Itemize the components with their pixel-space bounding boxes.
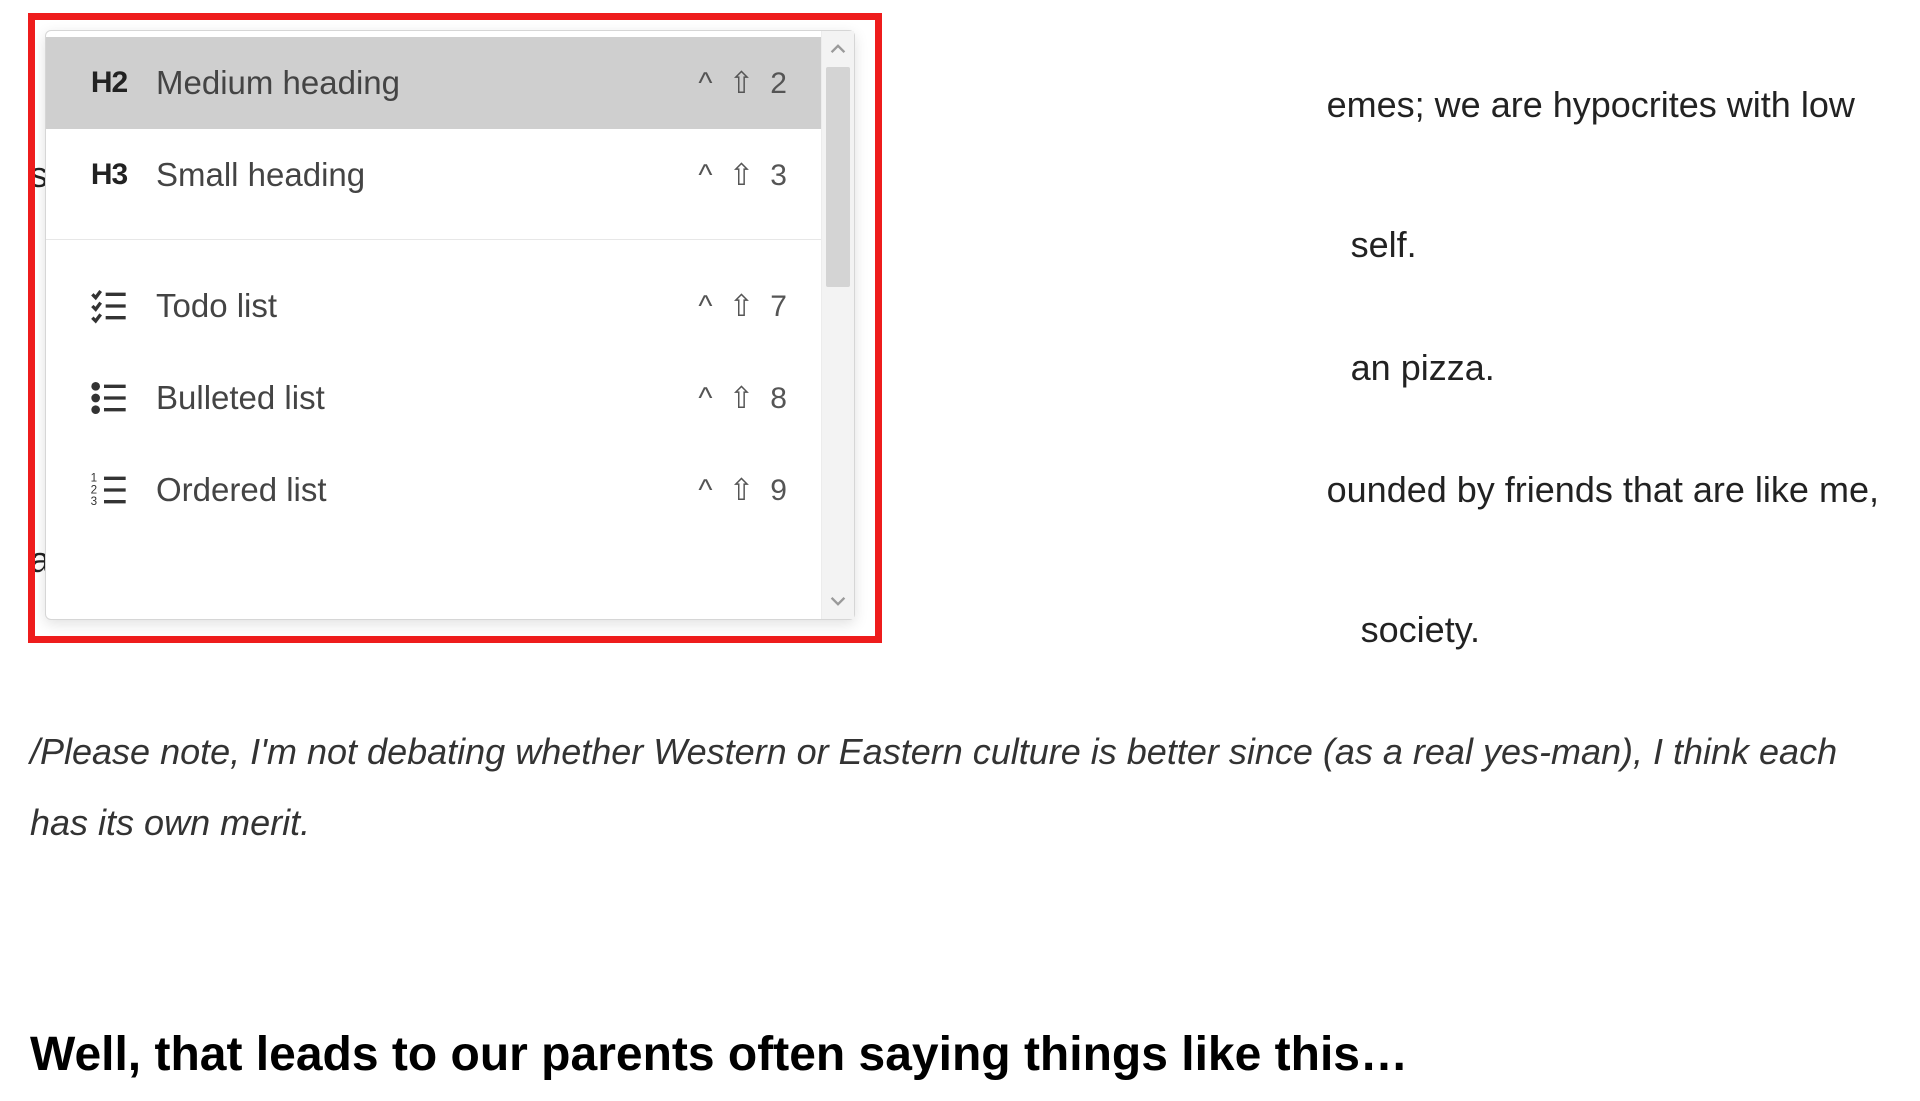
menu-item-ordered-list[interactable]: 1 2 3 Ordered list ^ ⇧ 9 [46, 444, 821, 536]
menu-scrollbar[interactable] [821, 31, 854, 619]
scroll-down-arrow-icon[interactable] [822, 583, 854, 619]
scrollbar-track[interactable] [822, 67, 854, 583]
heading-2-icon: H2 [80, 66, 138, 100]
menu-item-shortcut: ^ ⇧ 8 [698, 381, 791, 416]
section-heading: Well, that leads to our parents often sa… [30, 1008, 1900, 1101]
todo-list-icon [80, 286, 138, 326]
menu-item-label: Medium heading [138, 64, 698, 102]
menu-item-shortcut: ^ ⇧ 7 [698, 289, 791, 324]
block-type-menu-list: H2 Medium heading ^ ⇧ 2 H3 Small heading… [46, 31, 821, 619]
menu-item-label: Todo list [138, 287, 698, 325]
menu-item-shortcut: ^ ⇧ 9 [698, 473, 791, 508]
menu-item-medium-heading[interactable]: H2 Medium heading ^ ⇧ 2 [46, 37, 821, 129]
note-paragraph: /Please note, I'm not debating whether W… [30, 717, 1900, 857]
menu-item-label: Ordered list [138, 471, 698, 509]
svg-text:3: 3 [91, 495, 97, 508]
menu-separator [46, 239, 821, 240]
menu-item-label: Small heading [138, 156, 698, 194]
menu-item-bulleted-list[interactable]: Bulleted list ^ ⇧ 8 [46, 352, 821, 444]
block-type-menu: H2 Medium heading ^ ⇧ 2 H3 Small heading… [45, 30, 855, 620]
menu-item-shortcut: ^ ⇧ 3 [698, 158, 791, 193]
bulleted-list-icon [80, 378, 138, 418]
scrollbar-thumb[interactable] [826, 67, 850, 287]
menu-item-small-heading[interactable]: H3 Small heading ^ ⇧ 3 [46, 129, 821, 221]
menu-item-shortcut: ^ ⇧ 2 [698, 66, 791, 101]
heading-3-icon: H3 [80, 158, 138, 192]
menu-item-todo-list[interactable]: Todo list ^ ⇧ 7 [46, 260, 821, 352]
menu-item-label: Bulleted list [138, 379, 698, 417]
scroll-up-arrow-icon[interactable] [822, 31, 854, 67]
ordered-list-icon: 1 2 3 [80, 470, 138, 510]
